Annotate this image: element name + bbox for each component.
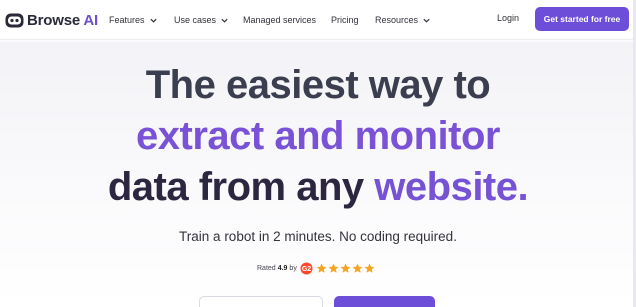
rating-by: by bbox=[289, 264, 297, 272]
star-icon bbox=[364, 263, 375, 273]
headline-line-1: The easiest way to bbox=[145, 63, 491, 107]
nav-features-label: Features bbox=[109, 15, 145, 25]
nav-managed-services-label: Managed services bbox=[243, 15, 317, 25]
headline-line-2: extract and monitor bbox=[136, 114, 500, 158]
nav-use-cases[interactable]: Use cases bbox=[174, 13, 229, 27]
chevron-down-icon bbox=[221, 18, 228, 23]
rating-row: Rated 4.9 by G2 bbox=[257, 261, 376, 275]
page: Browse AI Features Use cases Managed ser… bbox=[0, 0, 636, 307]
chevron-down-icon bbox=[423, 18, 430, 23]
login-link[interactable]: Login bbox=[497, 13, 519, 23]
nav-resources[interactable]: Resources bbox=[375, 13, 431, 27]
submit-button[interactable] bbox=[334, 296, 435, 307]
brand-logo[interactable]: Browse AI bbox=[5, 10, 98, 30]
headline-line-3: data from any website. bbox=[107, 165, 529, 209]
robot-logo-icon bbox=[5, 13, 24, 27]
g2-logo-icon: G2 bbox=[300, 261, 313, 275]
nav-pricing[interactable]: Pricing bbox=[331, 13, 359, 27]
rating-prefix: Rated bbox=[257, 264, 276, 272]
nav-pricing-label: Pricing bbox=[331, 15, 359, 25]
star-icon bbox=[328, 263, 339, 273]
star-icon bbox=[352, 263, 363, 273]
hero-subtitle: Train a robot in 2 minutes. No coding re… bbox=[179, 229, 457, 244]
nav-use-cases-label: Use cases bbox=[174, 15, 217, 25]
nav-managed-services[interactable]: Managed services bbox=[243, 13, 316, 27]
star-icon bbox=[316, 263, 327, 273]
brand-name: Browse AI bbox=[27, 11, 99, 29]
chevron-down-icon bbox=[149, 18, 157, 23]
nav-features[interactable]: Features bbox=[109, 13, 158, 27]
get-started-button[interactable]: Get started for free bbox=[535, 7, 629, 31]
rating-score: 4.9 bbox=[277, 264, 288, 272]
hero-headline: The easiest way to extract and monitor d… bbox=[0, 60, 636, 213]
url-input-field[interactable] bbox=[199, 296, 323, 307]
top-navbar: Browse AI Features Use cases Managed ser… bbox=[0, 0, 636, 40]
star-icon bbox=[340, 263, 351, 273]
rating-stars bbox=[316, 263, 376, 274]
nav-resources-label: Resources bbox=[375, 15, 419, 25]
svg-text:G2: G2 bbox=[302, 265, 311, 272]
url-input[interactable] bbox=[200, 297, 322, 307]
